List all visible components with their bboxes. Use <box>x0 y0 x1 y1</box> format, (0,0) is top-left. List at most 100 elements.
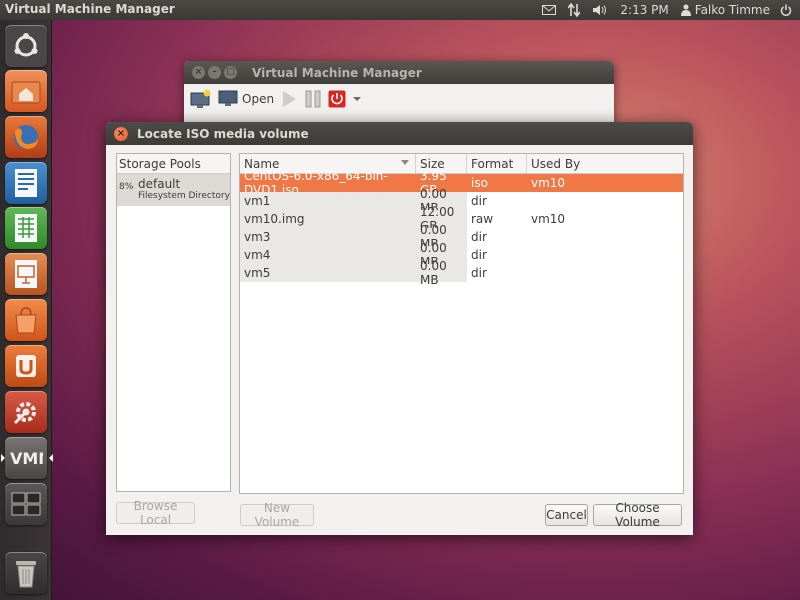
volume-name: CentOS-6.0-x86_64-bin-DVD1.iso <box>244 169 388 197</box>
column-header-format[interactable]: Format <box>467 154 527 173</box>
column-header-size[interactable]: Size <box>416 154 467 173</box>
volume-name: vm10.img <box>240 210 416 228</box>
pause-icon <box>305 90 321 108</box>
writer-icon <box>15 169 37 197</box>
svg-text:VMM: VMM <box>10 449 43 467</box>
launcher-ubuntu-one[interactable] <box>5 345 47 387</box>
volume-name: vm1 <box>240 192 416 210</box>
firefox-icon <box>14 125 38 149</box>
column-header-name[interactable]: Name <box>240 154 416 173</box>
running-indicator <box>1 454 5 462</box>
column-header-used-by[interactable]: Used By <box>527 154 683 173</box>
volume-format: dir <box>471 248 487 262</box>
clock[interactable]: 2:13 PM <box>620 3 668 17</box>
volume-name: vm5 <box>240 264 416 282</box>
shutdown-button[interactable] <box>328 87 346 111</box>
launcher-workspace-switcher[interactable] <box>5 483 47 525</box>
volume-format: raw <box>471 212 494 226</box>
user-icon <box>680 4 691 16</box>
workspaces-icon <box>11 492 41 516</box>
vmm-icon: VMM <box>10 449 43 467</box>
launcher-home-folder[interactable] <box>5 70 47 112</box>
new-volume-button[interactable]: New Volume <box>240 501 314 529</box>
volume-size: 0.00 MB <box>416 259 467 287</box>
launcher-dash-home[interactable] <box>5 25 47 67</box>
home-folder-icon <box>11 81 41 104</box>
open-label: Open <box>242 92 275 106</box>
shopping-bag-icon <box>15 307 37 334</box>
maximize-icon[interactable]: □ <box>224 66 237 79</box>
launcher: VMM <box>0 20 53 600</box>
sort-descending-icon <box>401 160 409 165</box>
volume-format: dir <box>471 194 487 208</box>
impress-icon <box>15 260 37 288</box>
pause-button[interactable] <box>304 87 322 111</box>
open-button[interactable]: Open <box>218 87 274 111</box>
calc-icon <box>15 214 37 242</box>
volume-used-by <box>527 192 683 210</box>
volume-name: vm4 <box>240 246 416 264</box>
storage-pools-list: Storage Pools 8% default Filesystem Dire… <box>116 153 231 492</box>
volume-format: iso <box>471 176 488 190</box>
settings-icon <box>13 402 36 425</box>
top-panel: Virtual Machine Manager 2:13 PM Falko Ti… <box>0 0 800 20</box>
launcher-libreoffice-calc[interactable] <box>5 207 47 249</box>
launcher-virt-manager[interactable]: VMM <box>1 437 53 479</box>
volume-name: vm3 <box>240 228 416 246</box>
launcher-trash[interactable] <box>5 552 47 594</box>
volume-used-by <box>527 246 683 264</box>
launcher-firefox[interactable] <box>5 116 47 158</box>
volume-format: dir <box>471 230 487 244</box>
main-window-titlebar[interactable]: × – □ Virtual Machine Manager <box>184 61 614 84</box>
volume-used-by: vm10 <box>531 212 566 226</box>
volume-used-by <box>527 264 683 282</box>
choose-volume-button[interactable]: Choose Volume <box>593 501 682 529</box>
dialog-title: Locate ISO media volume <box>137 126 309 141</box>
new-vm-icon <box>190 89 211 108</box>
close-icon[interactable]: × <box>192 66 205 79</box>
run-button[interactable] <box>280 87 298 111</box>
volumes-header: Name Size Format Used By <box>240 154 683 174</box>
ubuntu-logo-icon <box>14 33 38 57</box>
indicator-area: 2:13 PM Falko Timme <box>542 0 800 20</box>
column-header-name-label: Name <box>244 156 280 171</box>
trash-icon <box>16 561 36 588</box>
pool-name: default <box>138 177 181 191</box>
locate-iso-dialog: × Locate ISO media volume Storage Pools … <box>106 122 693 535</box>
dialog-titlebar[interactable]: × Locate ISO media volume <box>106 122 693 145</box>
ubuntu-one-icon <box>16 355 36 377</box>
launcher-system-settings[interactable] <box>5 391 47 433</box>
main-toolbar: Open <box>184 84 614 114</box>
volume-icon[interactable] <box>592 4 608 16</box>
volume-used-by: vm10 <box>531 176 566 190</box>
close-icon[interactable]: × <box>114 126 128 141</box>
browse-local-button[interactable]: Browse Local <box>116 499 195 527</box>
pool-type: Filesystem Directory <box>138 191 230 201</box>
main-window-title: Virtual Machine Manager <box>252 65 422 80</box>
volume-format: dir <box>471 266 487 280</box>
main-window: × – □ Virtual Machine Manager Open <box>184 61 614 131</box>
volumes-table: Name Size Format Used By CentOS-6.0-x86_… <box>239 153 684 494</box>
play-icon <box>283 91 297 107</box>
launcher-software-center[interactable] <box>5 299 47 341</box>
active-app-title: Virtual Machine Manager <box>5 2 175 16</box>
storage-pools-header[interactable]: Storage Pools <box>117 154 230 174</box>
chevron-down-icon <box>353 97 362 101</box>
pool-item-default[interactable]: 8% default Filesystem Directory <box>117 174 230 206</box>
volume-used-by <box>527 228 683 246</box>
new-vm-button[interactable] <box>190 87 212 111</box>
launcher-libreoffice-impress[interactable] <box>5 253 47 295</box>
power-icon[interactable] <box>780 4 792 19</box>
launcher-libreoffice-writer[interactable] <box>5 162 47 204</box>
minimize-icon[interactable]: – <box>208 66 221 79</box>
table-row[interactable]: vm5 0.00 MB dir <box>240 259 683 287</box>
user-menu[interactable]: Falko Timme <box>680 3 770 17</box>
active-indicator <box>49 454 53 462</box>
network-icon[interactable] <box>568 3 581 17</box>
user-name: Falko Timme <box>694 3 770 17</box>
monitor-icon <box>218 90 238 106</box>
pool-usage: 8% <box>119 182 134 192</box>
cancel-button[interactable]: Cancel <box>545 504 588 526</box>
mail-icon[interactable] <box>542 5 557 15</box>
shutdown-menu-button[interactable] <box>352 87 362 111</box>
